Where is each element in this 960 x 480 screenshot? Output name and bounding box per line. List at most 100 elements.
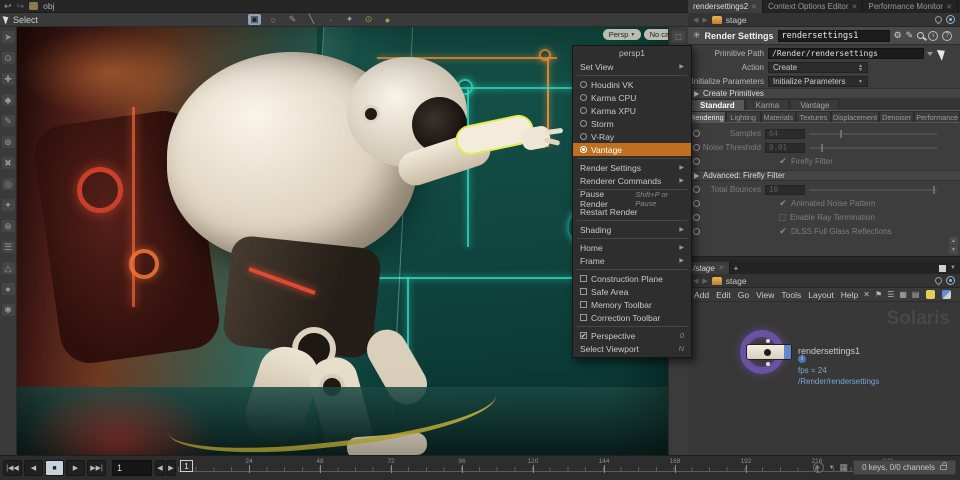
slider-handle[interactable] <box>821 144 823 152</box>
menu-item-renderer-karma-cpu[interactable]: Karma CPU <box>573 91 691 104</box>
lasso-select-icon[interactable]: ○ <box>267 14 280 25</box>
forward-icon[interactable]: ↪ <box>17 1 25 12</box>
timeline-ruler[interactable]: 24 48 72 96 120 144 168 192 216 240 1 <box>178 459 860 478</box>
chevron-down-icon[interactable]: ▼ <box>829 465 835 471</box>
parameter-node-icon[interactable] <box>693 144 700 151</box>
parameter-node-icon[interactable] <box>693 214 700 221</box>
tab-rendersettings[interactable]: rendersettings2✕ <box>688 0 763 13</box>
samples-slider[interactable] <box>809 133 937 135</box>
forward-icon[interactable]: ▶ <box>702 277 707 285</box>
parameter-node-icon[interactable] <box>693 200 700 207</box>
back-icon[interactable]: ↩ <box>4 1 12 12</box>
dopesheet-icon[interactable]: ▦ <box>840 462 849 473</box>
tool-icon[interactable]: ✦ <box>2 199 15 211</box>
tool-icon[interactable]: ⊕ <box>2 136 15 148</box>
play-reverse-button[interactable]: ◀ <box>24 460 43 476</box>
stop-button[interactable]: ■ <box>45 460 64 476</box>
color-palette-icon[interactable] <box>942 290 951 299</box>
tab-standard[interactable]: Standard <box>690 99 745 110</box>
tool-icon[interactable]: △ <box>2 262 15 274</box>
keys-channels-status[interactable]: 0 keys, 0/0 channels <box>853 460 956 475</box>
current-frame-field[interactable] <box>112 460 152 476</box>
slider-handle[interactable] <box>840 130 842 138</box>
box-select-icon[interactable]: ▣ <box>248 14 261 25</box>
close-icon[interactable]: ✕ <box>852 3 858 11</box>
rendersettings-node[interactable] <box>746 344 792 360</box>
tab-stage[interactable]: /stage✕ <box>688 262 730 275</box>
network-path[interactable]: obj <box>43 1 54 11</box>
tab-vantage[interactable]: Vantage <box>790 99 839 110</box>
node-input-connector[interactable] <box>766 339 770 343</box>
menu-item-construction-plane[interactable]: Construction Plane <box>573 272 691 285</box>
close-icon[interactable]: ✕ <box>718 264 724 272</box>
menu-item-renderer-vantage-selected[interactable]: Vantage <box>573 143 691 156</box>
menu-item-render-settings[interactable]: Render Settings▶ <box>573 161 691 174</box>
initialize-parameters-button[interactable]: Initialize Parameters▼ <box>768 76 868 87</box>
total-bounces-value-field[interactable]: 10 <box>765 185 805 195</box>
pin-icon[interactable] <box>934 15 944 25</box>
tab-denoiser[interactable]: Denoiser <box>879 111 914 122</box>
noise-threshold-value-field[interactable]: 0.01 <box>765 143 805 153</box>
menu-go[interactable]: Go <box>738 290 749 300</box>
menu-item-perspective[interactable]: ✔Perspective0 <box>573 329 691 342</box>
menu-help[interactable]: Help <box>841 290 858 300</box>
menu-item-home[interactable]: Home▶ <box>573 241 691 254</box>
sticky-note-icon[interactable] <box>926 290 935 299</box>
node-info-icon[interactable]: i <box>798 355 806 363</box>
tools-icon[interactable]: ✕ <box>863 290 870 299</box>
parameter-node-icon[interactable] <box>693 186 700 193</box>
forward-icon[interactable]: ▶ <box>702 16 707 24</box>
back-icon[interactable]: ◀ <box>693 16 698 24</box>
path-location-label[interactable]: stage <box>726 15 747 25</box>
samples-value-field[interactable]: 64 <box>765 129 805 139</box>
go-to-end-button[interactable]: ▶▶| <box>87 460 106 476</box>
point-select-icon[interactable]: ∙ <box>324 14 337 25</box>
advanced-firefly-filter-section[interactable]: Advanced: Firefly Filter <box>688 170 960 181</box>
slider-handle[interactable] <box>933 186 935 194</box>
menu-layout[interactable]: Layout <box>808 290 834 300</box>
pick-arrow-icon[interactable] <box>937 47 948 61</box>
info-icon[interactable]: i <box>928 31 938 41</box>
parameter-node-icon[interactable] <box>693 228 700 235</box>
follow-selection-icon[interactable] <box>946 15 955 24</box>
create-primitives-section[interactable]: Create Primitives <box>688 88 960 99</box>
go-to-start-button[interactable]: |◀◀ <box>3 460 22 476</box>
perspective-selector-pill[interactable]: Persp ▼ <box>603 29 641 40</box>
action-dropdown[interactable]: Create▲▼ <box>768 62 868 73</box>
menu-item-renderer-karma-xpu[interactable]: Karma XPU <box>573 104 691 117</box>
close-icon[interactable]: ✕ <box>751 3 757 11</box>
scrollbar[interactable]: ▲▼ <box>949 237 958 254</box>
path-location-label[interactable]: stage <box>726 276 747 286</box>
menu-edit[interactable]: Edit <box>716 290 731 300</box>
tab-lighting[interactable]: Lighting <box>726 111 761 122</box>
close-icon[interactable]: ✕ <box>946 3 952 11</box>
tool-icon[interactable]: ⊗ <box>2 220 15 232</box>
detail-view-icon[interactable]: ▤ <box>912 290 920 299</box>
chevron-down-icon[interactable] <box>927 52 933 56</box>
follow-selection-icon[interactable] <box>946 276 955 285</box>
scene-viewport[interactable]: Persp ▼ No cam ▼ <box>17 27 668 455</box>
parameter-node-icon[interactable] <box>693 130 700 137</box>
checkbox-checked-icon[interactable]: ✔ <box>779 200 787 208</box>
tab-materials[interactable]: Materials <box>761 111 796 122</box>
menu-item-renderer-v-ray[interactable]: V-Ray <box>573 130 691 143</box>
primitive-path-input[interactable] <box>768 48 924 59</box>
parameter-node-icon[interactable] <box>693 158 700 165</box>
tool-icon[interactable]: ✚ <box>2 73 15 85</box>
line-select-icon[interactable]: ╲ <box>305 14 318 25</box>
menu-item-memory-toolbar[interactable]: Memory Toolbar <box>573 298 691 311</box>
camera-selector-pill[interactable]: No cam ▼ <box>644 29 668 40</box>
network-editor-canvas[interactable]: Solaris rendersettings1 i fps = 24 /Rend… <box>688 302 960 455</box>
menu-item-renderer-storm[interactable]: Storm <box>573 117 691 130</box>
tab-context-options-editor[interactable]: Context Options Editor✕ <box>763 0 863 13</box>
playback-options-icon[interactable]: ▶ <box>813 462 824 473</box>
tool-icon[interactable]: ⊙ <box>2 52 15 64</box>
tab-performance[interactable]: Performance <box>914 111 960 122</box>
menu-item-shading[interactable]: Shading▶ <box>573 223 691 236</box>
tool-icon[interactable]: ✎ <box>2 115 15 127</box>
tool-icon[interactable]: ☰ <box>2 241 15 253</box>
tab-textures[interactable]: Textures <box>796 111 831 122</box>
tool-icon[interactable]: ◆ <box>2 94 15 106</box>
snap-mode-icon[interactable]: ● <box>381 14 394 25</box>
tool-icon[interactable]: ◎ <box>2 178 15 190</box>
